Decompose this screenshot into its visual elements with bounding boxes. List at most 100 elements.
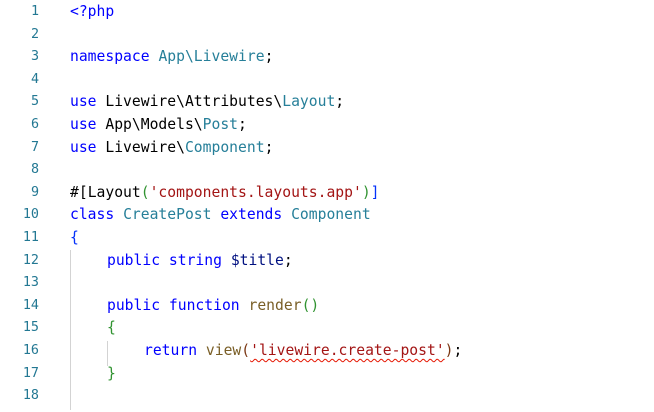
line-number: 8 <box>30 162 39 178</box>
type-token: Component <box>184 138 265 156</box>
code-line[interactable]: 2 <box>0 24 654 47</box>
code-text[interactable]: namespace App\Livewire; <box>70 46 273 69</box>
line-number: 15 <box>22 320 39 336</box>
line-number: 3 <box>30 49 39 65</box>
paren-open: ( <box>241 342 251 359</box>
namespace-token: App\Livewire <box>158 48 265 66</box>
attribute-name: Layout <box>87 183 141 201</box>
code-line[interactable]: 4 <box>0 69 654 92</box>
code-line[interactable]: 16 return view('livewire.create-post'); <box>0 340 654 363</box>
code-line[interactable]: 11 { <box>0 227 654 250</box>
type-token: Component <box>291 206 371 224</box>
namespace-path: Livewire\Attributes\ <box>96 93 283 111</box>
code-line[interactable]: 5 use Livewire\Attributes\Layout; <box>0 91 654 114</box>
code-text[interactable]: { <box>107 317 116 340</box>
code-text[interactable]: class CreatePost extends Component <box>70 204 371 227</box>
punctuation: ; <box>283 251 293 269</box>
punctuation: ; <box>335 93 345 111</box>
code-text[interactable]: use App\Models\Post; <box>70 114 247 137</box>
code-text[interactable]: #[Layout('components.layouts.app')] <box>70 182 380 205</box>
keyword-token: namespace <box>70 48 150 66</box>
code-line[interactable]: 8 <box>0 159 654 182</box>
class-name-token: CreatePost <box>123 206 212 224</box>
keyword-token: string <box>168 251 222 269</box>
keyword-token: extends <box>220 206 283 224</box>
code-text[interactable]: public string $title; <box>107 250 293 273</box>
code-line[interactable]: 18 <box>0 385 654 408</box>
code-text[interactable]: { <box>70 227 79 250</box>
brace-open: { <box>70 229 79 246</box>
variable-token: $title <box>230 251 284 269</box>
line-number: 2 <box>30 26 39 42</box>
line-number: 6 <box>30 117 39 132</box>
code-text[interactable]: public function render() <box>107 295 319 318</box>
line-number: 13 <box>22 275 39 291</box>
keyword-token: public <box>107 251 161 269</box>
namespace-path: App\Models\ <box>96 116 203 133</box>
string-token: 'components.layouts.app' <box>149 183 362 201</box>
attribute-close: ] <box>370 183 380 201</box>
code-line[interactable]: 7 use Livewire\Component; <box>0 137 654 160</box>
string-token-with-error[interactable]: 'livewire.create-post' <box>250 342 445 359</box>
code-line[interactable]: 6 use App\Models\Post; <box>0 114 654 137</box>
php-open-tag: <?php <box>70 3 115 20</box>
code-editor[interactable]: 1 <?php 2 3 namespace App\Livewire; 4 5 … <box>0 0 654 412</box>
code-line[interactable]: 3 namespace App\Livewire; <box>0 46 654 69</box>
function-name-token: render <box>248 296 302 314</box>
code-line[interactable]: 17 } <box>0 363 654 386</box>
line-number: 10 <box>22 207 39 223</box>
code-line[interactable]: 10 class CreatePost extends Component <box>0 204 654 227</box>
paren-open: ( <box>140 183 150 201</box>
punctuation: ; <box>264 138 274 156</box>
code-line[interactable]: 1 <?php <box>0 1 654 24</box>
line-number: 4 <box>30 71 39 87</box>
code-text[interactable]: <?php <box>70 1 114 24</box>
brace-close: } <box>107 364 116 382</box>
code-line[interactable]: 14 public function render() <box>0 295 654 318</box>
line-number: 14 <box>22 297 39 313</box>
line-number: 1 <box>30 4 39 19</box>
code-line[interactable]: 12 public string $title; <box>0 250 654 273</box>
keyword-token: function <box>168 296 240 314</box>
keyword-token: class <box>70 206 115 224</box>
line-number: 9 <box>30 184 39 200</box>
line-number: 18 <box>22 388 39 404</box>
type-token: Layout <box>282 93 336 111</box>
namespace-path: Livewire\ <box>96 138 185 156</box>
keyword-token: public <box>107 296 161 314</box>
function-name-token: view <box>205 342 242 359</box>
line-number: 7 <box>30 139 39 155</box>
keyword-token: use <box>70 93 97 111</box>
attribute-open: #[ <box>70 183 88 201</box>
type-token: Post <box>202 116 239 133</box>
code-line[interactable]: 15 { <box>0 317 654 340</box>
brace-open: { <box>107 319 116 337</box>
code-text[interactable]: return view('livewire.create-post'); <box>144 340 462 363</box>
code-text[interactable]: use Livewire\Component; <box>70 137 273 160</box>
code-line[interactable]: 13 <box>0 272 654 295</box>
code-text[interactable]: use Livewire\Attributes\Layout; <box>70 91 344 114</box>
keyword-token: return <box>144 342 198 359</box>
punctuation: ; <box>453 342 463 359</box>
paren-close: ) <box>361 183 371 201</box>
paren-pair: () <box>301 296 320 314</box>
punctuation: ; <box>264 48 274 66</box>
line-number: 17 <box>22 365 39 381</box>
code-line[interactable]: 9 #[Layout('components.layouts.app')] <box>0 182 654 205</box>
line-number: 5 <box>30 94 39 110</box>
line-number: 11 <box>22 230 39 245</box>
code-text[interactable]: } <box>107 363 116 386</box>
line-number: 16 <box>22 343 39 358</box>
paren-close: ) <box>444 342 454 359</box>
keyword-token: use <box>70 116 97 133</box>
line-number: 12 <box>22 252 39 268</box>
punctuation: ; <box>238 116 247 133</box>
keyword-token: use <box>70 138 97 156</box>
